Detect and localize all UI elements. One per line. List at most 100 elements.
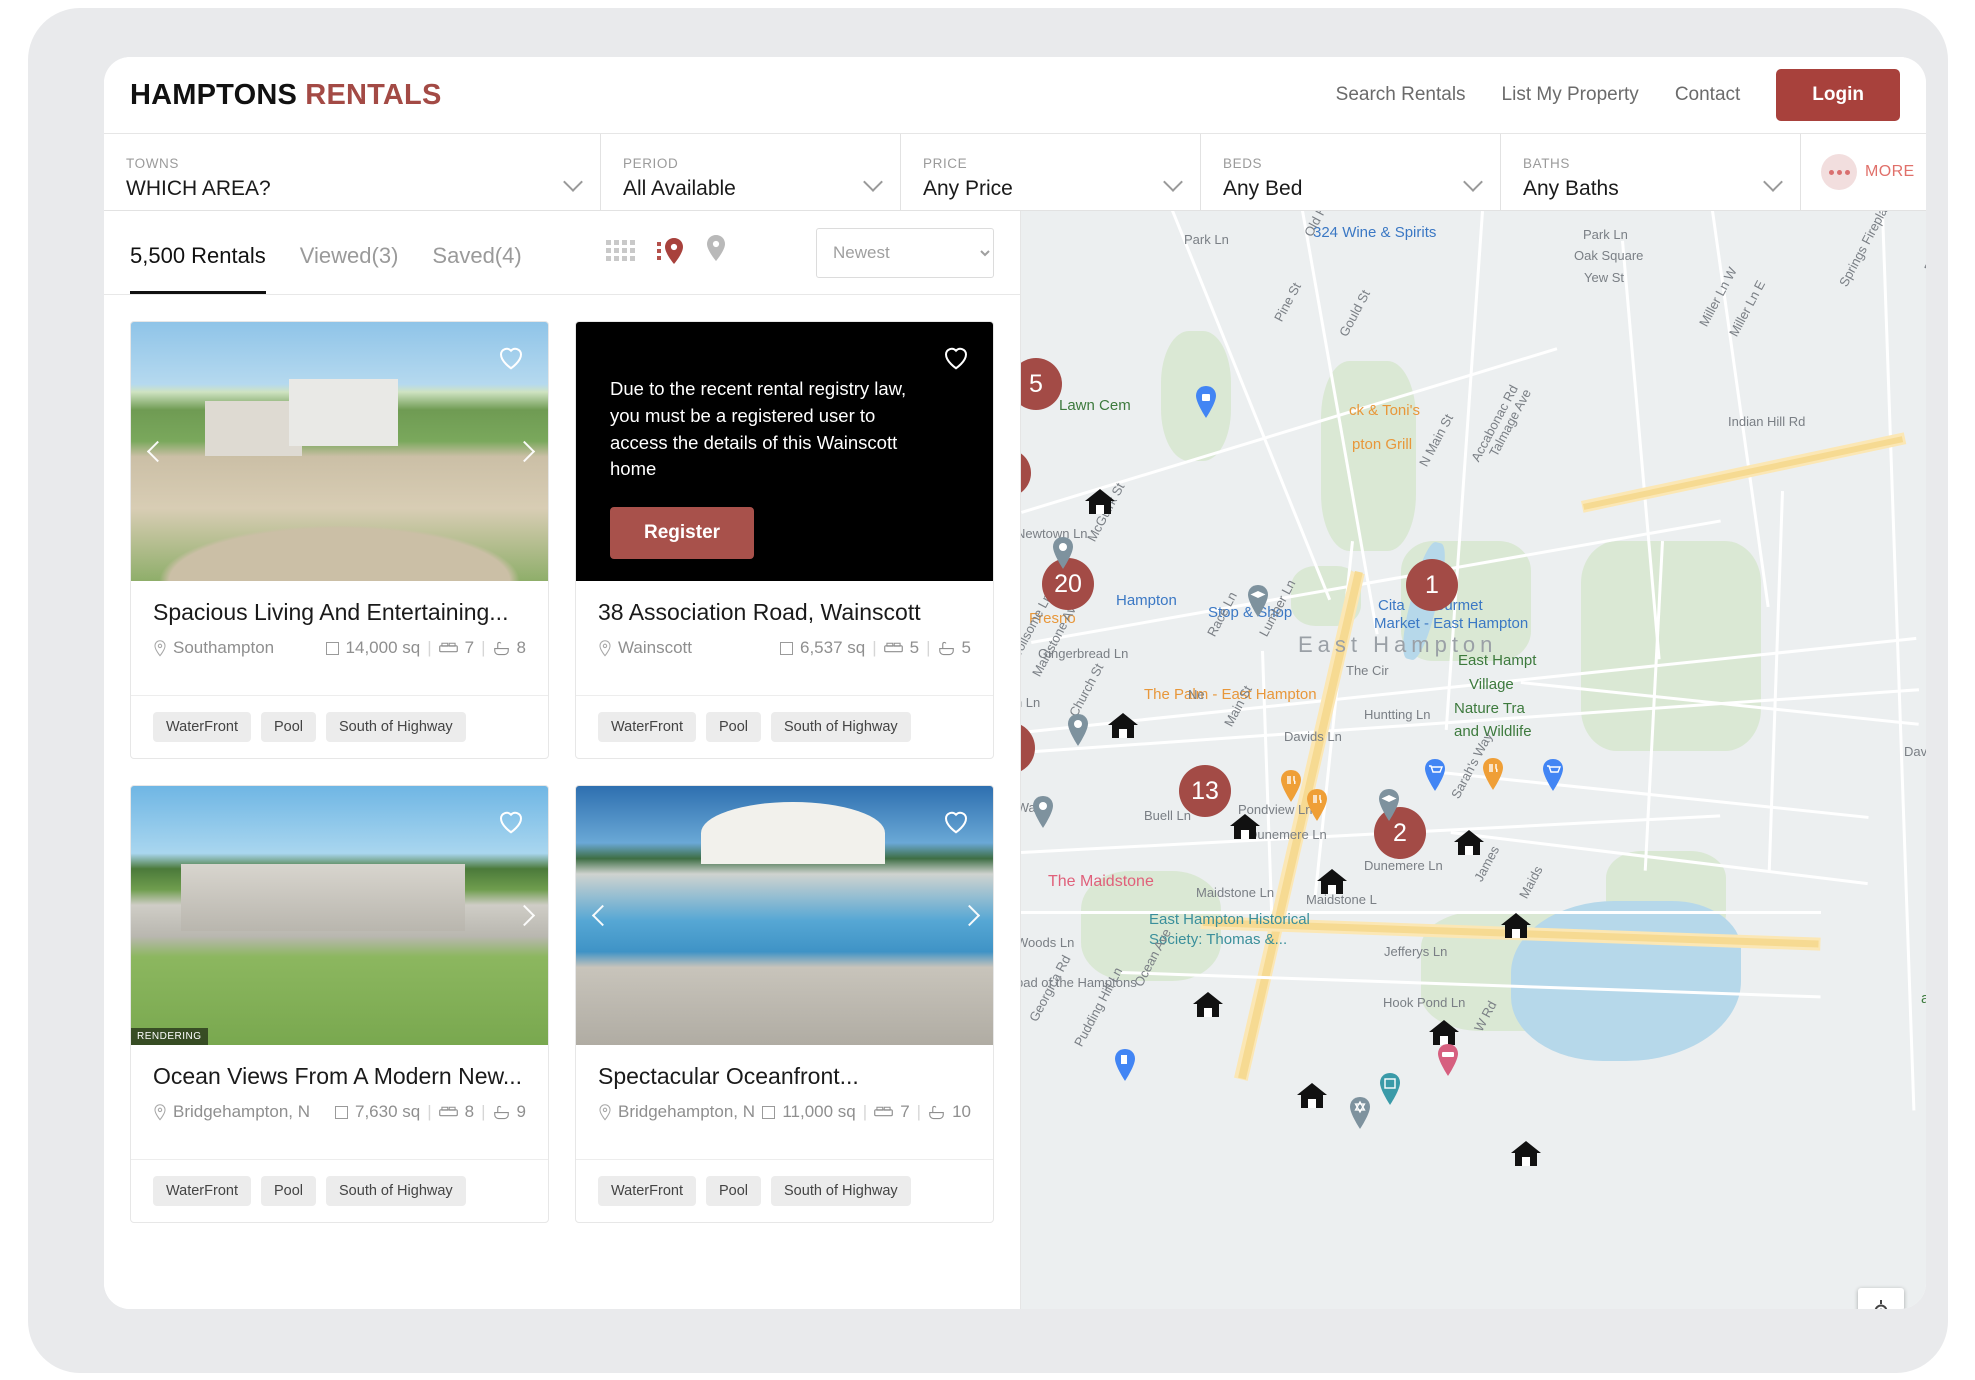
listing-card[interactable]: Spacious Living And Entertaining... Sout… — [130, 321, 549, 759]
favorite-heart-icon[interactable] — [941, 806, 971, 836]
listing-card[interactable]: RENDERING Ocean Views From A Modern New.… — [130, 785, 549, 1223]
house-marker-icon[interactable] — [1509, 1139, 1543, 1169]
house-marker-icon[interactable] — [1083, 487, 1117, 517]
carousel-prev-icon[interactable] — [143, 439, 169, 465]
poi-pin-restaurant-icon[interactable] — [1481, 758, 1505, 790]
listing-sqft: 6,537 sq — [799, 638, 866, 657]
area-icon — [779, 641, 793, 655]
poi-pin-synagogue-icon[interactable] — [1348, 1097, 1372, 1129]
listing-tag: WaterFront — [598, 712, 696, 742]
bed-icon — [438, 642, 458, 653]
filter-baths[interactable]: BATHS Any Baths — [1501, 134, 1801, 210]
carousel-next-icon[interactable] — [510, 903, 536, 929]
map-locate-button[interactable] — [1858, 1288, 1904, 1309]
spec-divider: | — [916, 1102, 922, 1121]
favorite-heart-icon[interactable] — [941, 342, 971, 372]
house-marker-icon[interactable] — [1452, 828, 1486, 858]
filter-baths-value: Any Baths — [1523, 177, 1619, 200]
main-nav: Search Rentals List My Property Contact … — [1336, 69, 1926, 121]
tab-rentals[interactable]: 5,500 Rentals — [130, 243, 266, 294]
map-label: Maidstone Ln — [1196, 885, 1275, 900]
listing-beds: 7 — [464, 638, 475, 657]
map-cluster-marker[interactable]: 1 — [1406, 559, 1458, 611]
listing-photo — [131, 786, 548, 1045]
filter-towns[interactable]: TOWNS WHICH AREA? — [104, 134, 601, 210]
filter-price[interactable]: PRICE Any Price — [901, 134, 1201, 210]
map-cluster-marker[interactable]: 15 — [1021, 449, 1031, 497]
house-marker-icon[interactable] — [1499, 911, 1533, 941]
map-label: Yew St — [1584, 270, 1624, 285]
split-view-icon[interactable] — [656, 237, 684, 264]
map-label: ck & Toni's — [1349, 402, 1420, 419]
poi-pin-restaurant-icon[interactable] — [1279, 770, 1303, 802]
bed-icon — [874, 1106, 894, 1117]
map-canvas[interactable]: Peter Rant Inc324 Wine & SpiritsPark LnO… — [1021, 211, 1926, 1309]
filter-period-value: All Available — [623, 177, 736, 200]
listing-card[interactable]: Spectacular Oceanfront... Bridgehampton,… — [575, 785, 994, 1223]
house-marker-icon[interactable] — [1295, 1081, 1329, 1111]
listing-title: Spectacular Oceanfront... — [598, 1063, 859, 1089]
map-label: Ne — [1188, 687, 1205, 702]
nav-list-my-property[interactable]: List My Property — [1502, 84, 1639, 106]
poi-pin-generic-icon[interactable] — [1066, 714, 1090, 746]
listing-image[interactable] — [131, 322, 548, 581]
map-label: Buell Ln — [1144, 808, 1191, 823]
map-label: pton Grill — [1352, 436, 1413, 453]
listing-tags: WaterFront Pool South of Highway — [131, 1159, 548, 1222]
poi-pin-grocery-icon[interactable] — [1541, 759, 1565, 791]
favorite-heart-icon[interactable] — [496, 806, 526, 836]
poi-pin-generic-icon[interactable] — [1051, 537, 1075, 569]
filter-beds[interactable]: BEDS Any Bed — [1201, 134, 1501, 210]
map-water-area — [1511, 901, 1741, 1061]
nav-search-rentals[interactable]: Search Rentals — [1336, 84, 1466, 106]
map-cluster-marker[interactable]: 13 — [1179, 765, 1231, 817]
house-marker-icon[interactable] — [1315, 867, 1349, 897]
tab-saved[interactable]: Saved(4) — [432, 243, 521, 294]
brand-primary: HAMPTONS — [130, 78, 298, 111]
listing-image[interactable] — [576, 786, 993, 1045]
site-header: HAMPTONS RENTALS Search Rentals List My … — [104, 57, 1926, 134]
carousel-next-icon[interactable] — [955, 903, 981, 929]
map-label: N Main St — [1416, 411, 1457, 470]
poi-pin-school-icon[interactable] — [1377, 789, 1401, 821]
map-cluster-marker[interactable]: 5 — [1021, 358, 1062, 410]
brand-secondary: RENTALS — [305, 78, 442, 111]
site-logo[interactable]: HAMPTONS RENTALS — [130, 79, 442, 112]
nav-contact[interactable]: Contact — [1675, 84, 1740, 106]
listing-meta: Bridgehampton, N 11,000 sq | 7 | 10 — [598, 1102, 971, 1122]
house-marker-icon[interactable] — [1228, 812, 1262, 842]
map-view-icon[interactable] — [706, 235, 726, 266]
login-button[interactable]: Login — [1776, 69, 1900, 121]
listing-meta: Bridgehampton, N 7,630 sq | 8 | 9 — [153, 1102, 526, 1122]
filter-baths-label: BATHS — [1523, 156, 1571, 171]
listing-card-locked[interactable]: Due to the recent rental registry law, y… — [575, 321, 994, 759]
poi-pin-school-icon[interactable] — [1246, 585, 1270, 617]
map-label: Park Ln — [1583, 227, 1628, 242]
poi-pin-restaurant-icon[interactable] — [1305, 789, 1329, 821]
filter-period[interactable]: PERIOD All Available — [601, 134, 901, 210]
listing-specs: 11,000 sq | 7 | 10 — [762, 1102, 971, 1122]
tab-viewed[interactable]: Viewed(3) — [300, 243, 399, 294]
map-pane[interactable]: Peter Rant Inc324 Wine & SpiritsPark LnO… — [1021, 211, 1926, 1309]
carousel-next-icon[interactable] — [510, 439, 536, 465]
more-filters-button[interactable]: MORE — [1801, 134, 1926, 210]
poi-pin-hotel-icon[interactable] — [1436, 1044, 1460, 1076]
favorite-heart-icon[interactable] — [496, 342, 526, 372]
area-icon — [334, 1105, 348, 1119]
poi-pin-gas-icon[interactable] — [1113, 1049, 1137, 1081]
sort-select[interactable]: Newest — [816, 227, 994, 278]
bath-icon — [929, 1105, 944, 1119]
area-icon — [762, 1105, 776, 1119]
poi-pin-grocery-icon[interactable] — [1423, 759, 1447, 791]
rendering-badge: RENDERING — [131, 1028, 208, 1045]
poi-pin-shop-icon[interactable] — [1194, 386, 1218, 418]
house-marker-icon[interactable] — [1191, 990, 1225, 1020]
grid-view-icon[interactable] — [605, 240, 635, 261]
map-label: Davi — [1904, 744, 1926, 759]
poi-pin-museum-icon[interactable] — [1378, 1073, 1402, 1105]
register-button[interactable]: Register — [610, 507, 755, 560]
house-marker-icon[interactable] — [1106, 711, 1140, 741]
poi-pin-generic-icon[interactable] — [1031, 796, 1055, 828]
listing-image[interactable]: RENDERING — [131, 786, 548, 1045]
carousel-prev-icon[interactable] — [588, 903, 614, 929]
